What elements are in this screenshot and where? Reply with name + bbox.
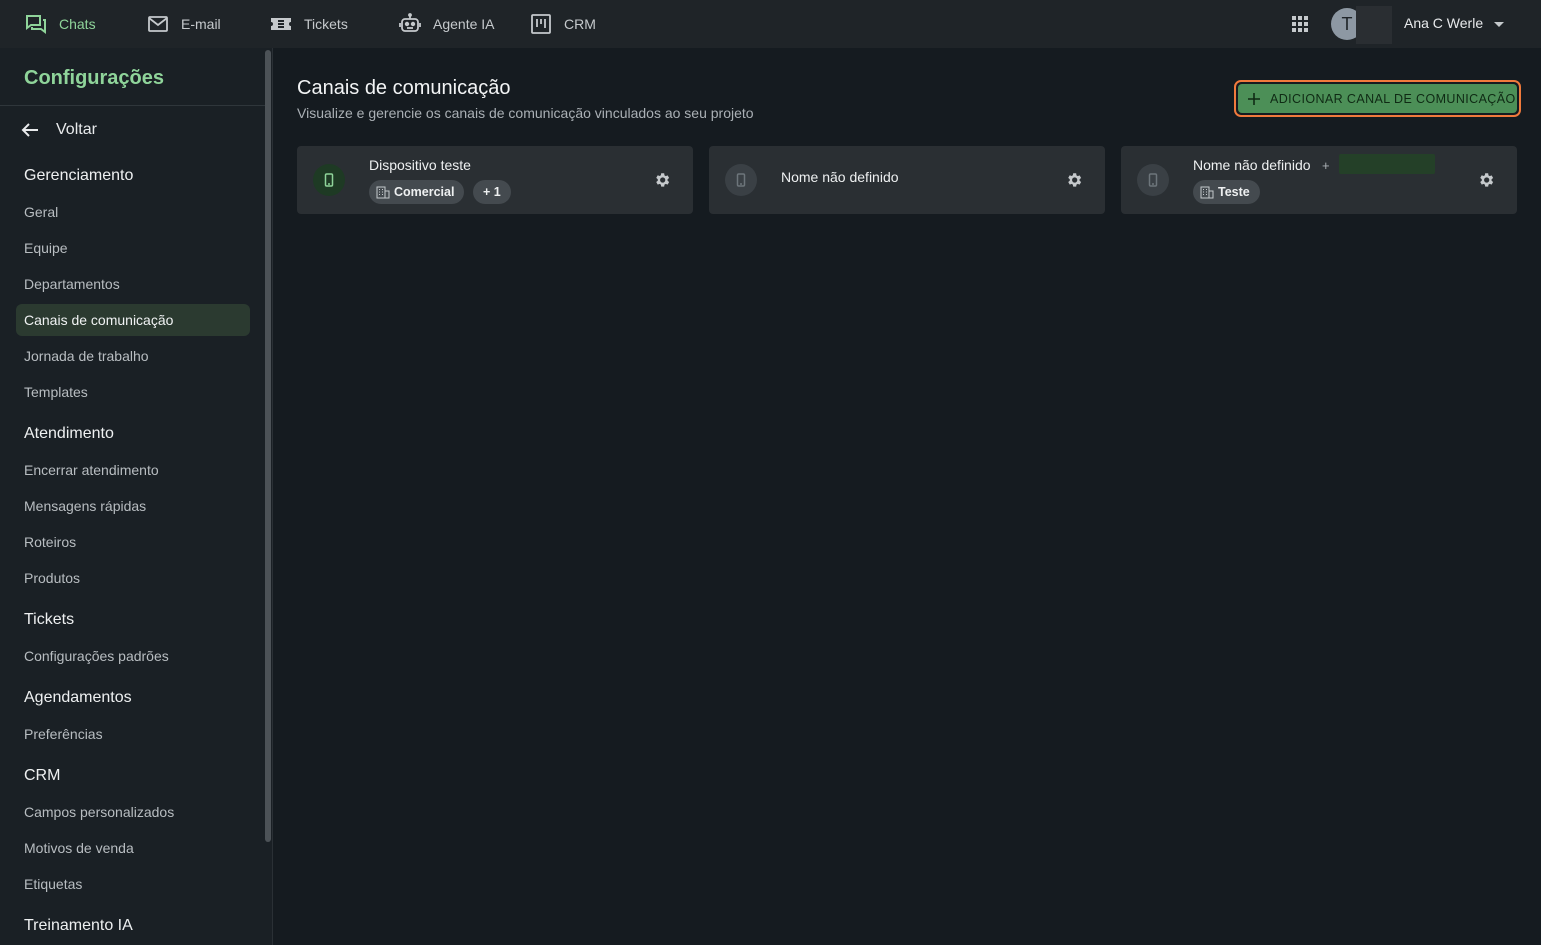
sidebar-item-produtos[interactable]: Produtos (16, 562, 250, 594)
page-subtitle: Visualize e gerencie os canais de comuni… (297, 105, 754, 121)
sidebar-item-geral[interactable]: Geral (16, 196, 250, 228)
gear-icon[interactable] (1477, 171, 1495, 189)
sidebar-title: Configurações (24, 67, 165, 89)
apps-grid-icon[interactable] (1288, 12, 1312, 36)
gear-icon[interactable] (653, 171, 671, 189)
back-label: Voltar (56, 121, 97, 138)
phone-icon (736, 173, 746, 187)
sidebar-item-roteiros[interactable]: Roteiros (16, 526, 250, 558)
department-chip: Comercial (369, 180, 465, 204)
ticket-icon (271, 18, 291, 30)
department-chip-label: Teste (1218, 185, 1250, 199)
sidebar-scrollbar[interactable] (265, 50, 271, 842)
nav-email-label: E-mail (181, 16, 221, 32)
channel-card[interactable]: Nome não definido + Teste (1121, 146, 1517, 214)
sidebar-item-campos[interactable]: Campos personalizados (16, 796, 250, 828)
nav-tickets-label: Tickets (304, 16, 348, 32)
building-icon (376, 186, 390, 199)
mail-icon (148, 16, 168, 32)
robot-icon (399, 13, 421, 32)
phone-icon (324, 173, 334, 187)
add-channel-button[interactable]: ADICIONAR CANAL DE COMUNICAÇÃO (1234, 80, 1521, 117)
channel-status-icon (313, 164, 345, 196)
sidebar-item-jornada[interactable]: Jornada de trabalho (16, 340, 250, 372)
page-title: Canais de comunicação (297, 77, 511, 99)
channel-name: Nome não definido (781, 169, 899, 185)
sidebar-item-preferencias[interactable]: Preferências (16, 718, 250, 750)
nav-crm[interactable]: CRM (529, 0, 596, 48)
section-agendamentos: Agendamentos (24, 689, 132, 706)
gear-icon[interactable] (1065, 171, 1083, 189)
back-button[interactable]: Voltar (16, 116, 246, 144)
kanban-icon (531, 14, 551, 34)
chevron-down-icon[interactable] (1492, 17, 1506, 31)
sidebar-item-encerrar[interactable]: Encerrar atendimento (16, 454, 250, 486)
sidebar-divider (0, 105, 266, 106)
arrow-left-icon (21, 123, 38, 137)
channel-card[interactable]: Nome não definido (709, 146, 1105, 214)
channel-status-icon (1137, 164, 1169, 196)
nav-agente-ia-label: Agente IA (433, 16, 495, 32)
sidebar-item-etiquetas[interactable]: Etiquetas (16, 868, 250, 900)
nav-email[interactable]: E-mail (146, 0, 221, 48)
section-gerenciamento: Gerenciamento (24, 167, 134, 184)
section-tickets: Tickets (24, 611, 75, 628)
sidebar-item-templates[interactable]: Templates (16, 376, 250, 408)
sidebar-item-departamentos[interactable]: Departamentos (16, 268, 250, 300)
avatar-initial: T (1341, 13, 1353, 34)
building-icon (1200, 186, 1214, 199)
nav-chats[interactable]: Chats (24, 0, 96, 48)
chat-icon (26, 15, 46, 34)
nav-tickets[interactable]: Tickets (269, 0, 348, 48)
section-treinamento-ia: Treinamento IA (24, 917, 133, 934)
sidebar-item-mensagens[interactable]: Mensagens rápidas (16, 490, 250, 522)
sidebar-item-config-padroes[interactable]: Configurações padrões (16, 640, 250, 672)
more-tags-label: + 1 (483, 185, 501, 199)
channel-name: Nome não definido (1193, 157, 1311, 173)
user-name[interactable]: Ana C Werle (1404, 15, 1483, 31)
section-atendimento: Atendimento (24, 425, 114, 442)
plus-mark: + (1322, 158, 1330, 173)
plus-icon (1248, 92, 1260, 105)
redacted-area (1356, 6, 1392, 44)
redacted-area (1339, 154, 1435, 174)
sidebar-item-canais[interactable]: Canais de comunicação (16, 304, 250, 336)
sidebar-item-motivos[interactable]: Motivos de venda (16, 832, 250, 864)
section-crm: CRM (24, 767, 61, 784)
add-channel-label: ADICIONAR CANAL DE COMUNICAÇÃO (1270, 91, 1516, 106)
add-channel-button-body: ADICIONAR CANAL DE COMUNICAÇÃO (1238, 84, 1517, 113)
settings-sidebar: Configurações Voltar Gerenciamento Geral… (0, 48, 273, 945)
nav-chats-label: Chats (59, 16, 96, 32)
department-chip: Teste (1193, 180, 1260, 204)
nav-agente-ia[interactable]: Agente IA (398, 0, 495, 48)
channel-name: Dispositivo teste (369, 157, 471, 173)
more-tags-chip[interactable]: + 1 (473, 180, 511, 204)
department-chip-label: Comercial (394, 185, 455, 199)
phone-icon (1148, 173, 1158, 187)
sidebar-item-equipe[interactable]: Equipe (16, 232, 250, 264)
top-navigation-bar: Chats E-mail Tickets Agente IA CRM T Ana… (0, 0, 1541, 48)
channel-card[interactable]: Dispositivo teste Comercial + 1 (297, 146, 693, 214)
channel-status-icon (725, 164, 757, 196)
nav-crm-label: CRM (564, 16, 596, 32)
